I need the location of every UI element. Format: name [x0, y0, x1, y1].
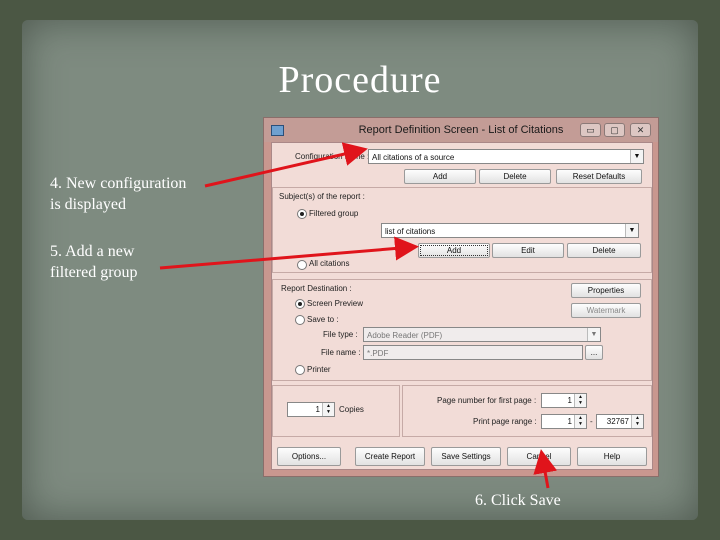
arrow-to-config-name: [204, 142, 368, 188]
arrow-to-group-add: [159, 236, 419, 270]
annotation-arrows: [159, 142, 558, 489]
arrow-to-cancel: [533, 449, 558, 489]
